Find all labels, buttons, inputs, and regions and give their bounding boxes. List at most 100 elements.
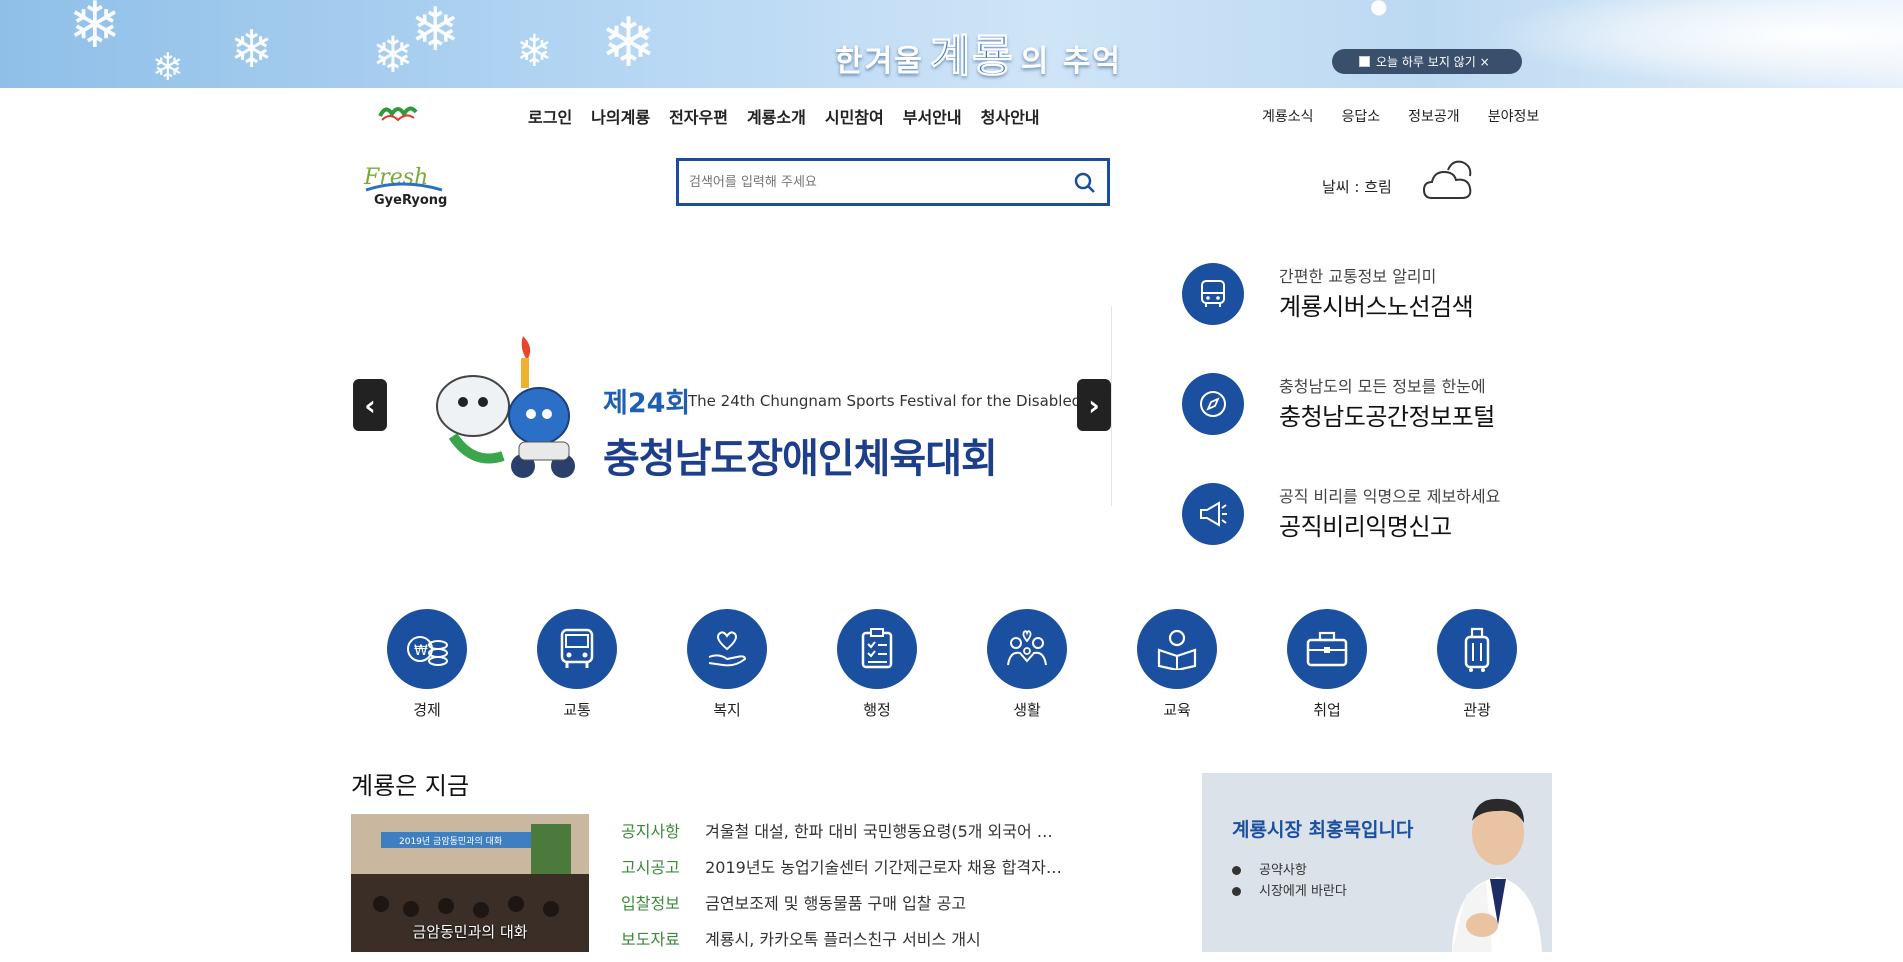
quick-link-sub: 간편한 교통정보 알리미 (1279, 267, 1437, 286)
category-employment[interactable]: 취업 (1287, 609, 1367, 720)
category-label: 교육 (1163, 701, 1191, 719)
snowflake-icon: ❄ (372, 26, 414, 84)
mayor-link-requests[interactable]: 시장에게 바란다 (1232, 880, 1347, 899)
close-today-label: 오늘 하루 보지 않기 × (1376, 55, 1490, 69)
quick-link-bus-route[interactable]: 간편한 교통정보 알리미 계룡시버스노선검색 (1182, 263, 1582, 327)
menu-about[interactable]: 계룡소개 (747, 104, 806, 128)
menu-news[interactable]: 계룡소식 (1262, 106, 1314, 126)
menu-field-info[interactable]: 분야정보 (1488, 106, 1540, 126)
category-label: 취업 (1313, 701, 1341, 719)
category-economy[interactable]: ₩ 경제 (387, 609, 467, 720)
quick-link-anonymous-report[interactable]: 공직 비리를 익명으로 제보하세요 공직비리익명신고 (1182, 483, 1582, 547)
festival-korean-title: 충청남도장애인체육대회 (603, 436, 998, 482)
category-label: 경제 (413, 701, 441, 719)
mayor-portrait (1446, 785, 1542, 952)
list-item[interactable]: 보도자료 계룡시, 카카오톡 플러스친구 서비스 개시 (621, 926, 1081, 962)
news-title: 2019년도 농업기술센터 기간제근로자 채용 합격자… (705, 858, 1062, 877)
slider-next-button[interactable]: › (1077, 379, 1111, 431)
compass-icon (1182, 373, 1244, 435)
news-list: 공지사항 겨울철 대설, 한파 대비 국민행동요령(5개 외국어 … 고시공고 … (621, 818, 1081, 962)
festival-english-title: The 24th Chungnam Sports Festival for th… (688, 392, 1082, 410)
search-icon[interactable] (1073, 171, 1097, 195)
quick-link-title: 공직비리익명신고 (1279, 513, 1452, 541)
category-education[interactable]: 교육 (1137, 609, 1217, 720)
category-label: 복지 (713, 701, 741, 719)
checkbox[interactable] (1359, 56, 1370, 67)
coins-icon: ₩ (387, 609, 467, 689)
top-event-banner[interactable]: ❄ ❄ ❄ ❄ ❄ ❄ ❄ ● 한겨울 계룡 의 추억 오늘 하루 보지 않기 × (0, 0, 1903, 88)
snowflake-icon: ❄ (230, 20, 274, 80)
quick-link-sub: 충청남도의 모든 정보를 한눈에 (1279, 377, 1486, 396)
quick-link-sub: 공직 비리를 익명으로 제보하세요 (1279, 487, 1501, 506)
festival-edition: 제24회 (603, 388, 691, 419)
suitcase-icon (1437, 609, 1517, 689)
frosted-branches (1483, 0, 1903, 88)
main-menu: 로그인 나의계룡 전자우편 계룡소개 시민참여 부서안내 청사안내 (528, 104, 1059, 128)
menu-response[interactable]: 응답소 (1342, 106, 1381, 126)
close-today-button[interactable]: 오늘 하루 보지 않기 × (1332, 49, 1522, 74)
briefcase-icon (1287, 609, 1367, 689)
photo-caption: 금암동민과의 대화 (412, 923, 528, 941)
news-category: 보도자료 (621, 930, 680, 949)
category-label: 행정 (863, 701, 891, 719)
mayor-title: 계룡시장 최홍묵입니다 (1232, 819, 1414, 841)
svg-text:2019년 금암동민과의 대화: 2019년 금암동민과의 대화 (399, 835, 502, 847)
search-box (676, 158, 1110, 206)
news-photo[interactable]: 2019년 금암동민과의 대화 금암동민과의 대화 (351, 814, 589, 952)
main-slider: ‹ 제24회 The 24th Chungnam Sports Festival… (353, 306, 1111, 506)
menu-departments[interactable]: 부서안내 (903, 104, 962, 128)
section-title: 계룡은 지금 (351, 772, 470, 800)
mayor-link-pledges[interactable]: 공약사항 (1232, 859, 1307, 878)
category-administration[interactable]: 행정 (837, 609, 917, 720)
menu-my-gyeryong[interactable]: 나의계룡 (591, 104, 650, 128)
svg-text:GyeRyong: GyeRyong (374, 193, 447, 208)
list-item[interactable]: 고시공고 2019년도 농업기술센터 기간제근로자 채용 합격자… (621, 854, 1081, 890)
cloudy-icon (1422, 158, 1476, 204)
family-icon (987, 609, 1067, 689)
category-welfare[interactable]: 복지 (687, 609, 767, 720)
city-logo[interactable] (378, 100, 418, 134)
utility-menu: 계룡소식 응답소 정보공개 분야정보 (1262, 106, 1567, 126)
menu-participation[interactable]: 시민참여 (825, 104, 884, 128)
slide-festival[interactable]: 제24회 The 24th Chungnam Sports Festival f… (423, 326, 1081, 496)
heart-hand-icon (687, 609, 767, 689)
fresh-gyeryong-logo[interactable]: Fresh GyeRyong (362, 160, 448, 210)
category-living[interactable]: 생활 (987, 609, 1067, 720)
snowflake-icon: ❄ (152, 45, 184, 88)
weather-text: 날씨 : 흐림 (1322, 178, 1392, 196)
category-tourism[interactable]: 관광 (1437, 609, 1517, 720)
global-navigation: 로그인 나의계룡 전자우편 계룡소개 시민참여 부서안내 청사안내 계룡소식 응… (0, 88, 1903, 140)
snowflake-icon: ❄ (68, 0, 122, 63)
list-item[interactable]: 입찰정보 금연보조제 및 행동물품 구매 입찰 공고 (621, 890, 1081, 926)
mascot-illustration (423, 336, 593, 486)
news-title: 금연보조제 및 행동물품 구매 입찰 공고 (705, 894, 967, 913)
news-category: 고시공고 (621, 858, 680, 877)
news-category: 입찰정보 (621, 894, 680, 913)
quick-link-title: 충청남도공간정보포털 (1279, 403, 1495, 431)
news-category: 공지사항 (621, 822, 680, 841)
mayor-box: 계룡시장 최홍묵입니다 공약사항 시장에게 바란다 (1202, 773, 1552, 952)
list-item[interactable]: 공지사항 겨울철 대설, 한파 대비 국민행동요령(5개 외국어 … (621, 818, 1081, 854)
reading-icon (1137, 609, 1217, 689)
menu-info-disclosure[interactable]: 정보공개 (1408, 106, 1460, 126)
bus-icon (1182, 263, 1244, 325)
menu-login[interactable]: 로그인 (528, 104, 572, 128)
snowflake-icon: ❄ (410, 0, 461, 65)
snowflake-icon: ❄ (516, 26, 553, 77)
slider-prev-button[interactable]: ‹ (353, 379, 387, 431)
svg-text:₩: ₩ (414, 643, 428, 659)
divider (1111, 306, 1112, 506)
category-label: 교통 (563, 701, 591, 719)
snowflake-icon: ● (1370, 0, 1388, 18)
category-menu: ₩ 경제 교통 복지 행정 생활 교육 취업 관광 (387, 609, 1517, 724)
category-traffic[interactable]: 교통 (537, 609, 617, 720)
news-title: 겨울철 대설, 한파 대비 국민행동요령(5개 외국어 … (705, 822, 1053, 841)
search-input[interactable] (679, 161, 1059, 203)
category-label: 생활 (1013, 701, 1041, 719)
megaphone-icon (1182, 483, 1244, 545)
quick-link-spatial-portal[interactable]: 충청남도의 모든 정보를 한눈에 충청남도공간정보포털 (1182, 373, 1582, 437)
snowflake-icon: ❄ (600, 4, 657, 83)
menu-email[interactable]: 전자우편 (669, 104, 728, 128)
menu-office[interactable]: 청사안내 (981, 104, 1040, 128)
banner-title: 한겨울 계룡 의 추억 (835, 31, 1123, 83)
